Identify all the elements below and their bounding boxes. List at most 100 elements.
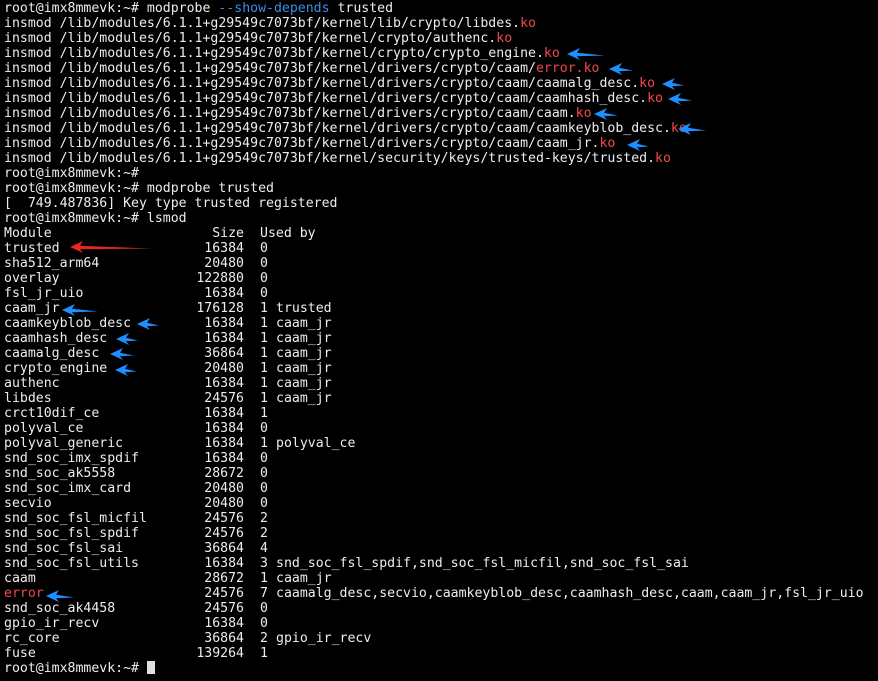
shell-prompt: root@imx8mmevk:~# <box>4 211 147 226</box>
module-size: 16384 <box>204 376 244 391</box>
command-line: root@imx8mmevk:~# modprobe trusted <box>4 181 864 196</box>
module-name: snd_soc_imx_card <box>4 481 132 496</box>
module-size: 122880 <box>196 271 244 286</box>
insmod-output: insmod /lib/modules/6.1.1+g29549c7073bf/… <box>4 16 864 166</box>
header-used-by: Used by <box>260 226 316 241</box>
module-used-by: trusted <box>276 301 332 316</box>
module-size: 36864 <box>204 541 244 556</box>
module-name: rc_core <box>4 631 60 646</box>
module-extension: error.ko <box>535 61 600 76</box>
command-line: root@imx8mmevk:~# <box>4 166 864 181</box>
module-size: 16384 <box>204 286 244 301</box>
module-name: fuse <box>4 646 36 661</box>
module-size: 16384 <box>204 316 244 331</box>
module-extension: ko <box>639 76 656 91</box>
module-used-by: polyval_ce <box>276 436 356 451</box>
lsmod-row: overlay 122880 0 <box>4 271 864 286</box>
module-use-count: 2 <box>260 526 268 541</box>
lsmod-row: snd_soc_fsl_micfil 24576 2 <box>4 511 864 526</box>
lsmod-row: crypto_engine 20480 1 caam_jr <box>4 361 864 376</box>
module-used-by: caam_jr <box>276 391 332 406</box>
module-name: caamhash_desc <box>4 331 108 346</box>
module-extension: ko <box>520 16 536 31</box>
module-name: polyval_ce <box>4 421 84 436</box>
module-size: 20480 <box>204 256 244 271</box>
lsmod-output: trusted 16384 0 sha512_arm64 20480 0 overlay 12… <box>4 241 864 661</box>
lsmod-row: caam 28672 1 caam_jr <box>4 571 864 586</box>
module-size: 16384 <box>204 451 244 466</box>
lsmod-header: Module Size Used by <box>4 226 864 241</box>
insmod-line: insmod /lib/modules/6.1.1+g29549c7073bf/… <box>4 91 864 106</box>
module-name: caamalg_desc <box>4 346 100 361</box>
insmod-line: insmod /lib/modules/6.1.1+g29549c7073bf/… <box>4 46 864 61</box>
terminal-window[interactable]: root@imx8mmevk:~# modprobe --show-depend… <box>4 1 864 676</box>
text-cursor <box>146 661 155 674</box>
lsmod-row: fsl_jr_uio 16384 0 <box>4 286 864 301</box>
module-use-count: 0 <box>260 421 268 436</box>
module-path: insmod /lib/modules/6.1.1+g29549c7073bf/… <box>4 91 648 106</box>
module-use-count: 1 <box>260 361 268 376</box>
kernel-message: [ 749.487836] Key type trusted registere… <box>4 196 338 211</box>
module-use-count: 1 <box>260 316 268 331</box>
module-path: insmod /lib/modules/6.1.1+g29549c7073bf/… <box>4 31 497 46</box>
module-path: insmod /lib/modules/6.1.1+g29549c7073bf/… <box>4 136 600 151</box>
module-name: sha512_arm64 <box>4 256 100 271</box>
module-path: insmod /lib/modules/6.1.1+g29549c7073bf/… <box>4 16 521 31</box>
module-name: error <box>4 586 44 601</box>
module-name: overlay <box>4 271 60 286</box>
module-size: 28672 <box>204 466 244 481</box>
module-used-by: snd_soc_fsl_spdif,snd_soc_fsl_micfil,snd… <box>276 556 689 571</box>
lsmod-row: snd_soc_fsl_spdif 24576 2 <box>4 526 864 541</box>
lsmod-row: caamhash_desc 16384 1 caam_jr <box>4 331 864 346</box>
module-size: 24576 <box>204 391 244 406</box>
module-use-count: 0 <box>260 271 268 286</box>
module-use-count: 2 <box>260 511 268 526</box>
insmod-line: insmod /lib/modules/6.1.1+g29549c7073bf/… <box>4 136 864 151</box>
lsmod-row: caam_jr 176128 1 trusted <box>4 301 864 316</box>
module-size: 36864 <box>204 346 244 361</box>
lsmod-row: sha512_arm64 20480 0 <box>4 256 864 271</box>
lsmod-row: snd_soc_fsl_sai 36864 4 <box>4 541 864 556</box>
module-name: libdes <box>4 391 52 406</box>
lsmod-row: crct10dif_ce 16384 1 <box>4 406 864 421</box>
insmod-line: insmod /lib/modules/6.1.1+g29549c7073bf/… <box>4 16 864 31</box>
module-use-count: 1 <box>260 391 268 406</box>
module-path: insmod /lib/modules/6.1.1+g29549c7073bf/… <box>4 61 536 76</box>
module-used-by: gpio_ir_recv <box>276 631 372 646</box>
module-use-count: 1 <box>260 346 268 361</box>
module-extension: ko <box>647 91 663 106</box>
module-name: snd_soc_fsl_spdif <box>4 526 139 541</box>
lsmod-row: caamalg_desc 36864 1 caam_jr <box>4 346 864 361</box>
module-name: authenc <box>4 376 60 391</box>
header-size: Size <box>212 226 244 241</box>
lsmod-row: polyval_ce 16384 0 <box>4 421 864 436</box>
module-name: crct10dif_ce <box>4 406 100 421</box>
module-path: insmod /lib/modules/6.1.1+g29549c7073bf/… <box>4 106 576 121</box>
module-name: snd_soc_fsl_sai <box>4 541 124 556</box>
module-name: caam <box>4 571 36 586</box>
module-extension: ko <box>496 31 513 46</box>
module-use-count: 0 <box>260 601 268 616</box>
command-line: root@imx8mmevk:~# lsmod <box>4 211 864 226</box>
module-size: 16384 <box>204 556 244 571</box>
lsmod-row: caamkeyblob_desc 16384 1 caam_jr <box>4 316 864 331</box>
module-name: caamkeyblob_desc <box>4 316 132 331</box>
module-use-count: 1 <box>260 646 268 661</box>
module-used-by: caam_jr <box>276 571 332 586</box>
lsmod-row: snd_soc_ak5558 28672 0 <box>4 466 864 481</box>
module-size: 176128 <box>196 301 244 316</box>
module-name: snd_soc_fsl_utils <box>4 556 139 571</box>
shell-prompt: root@imx8mmevk:~# <box>4 1 147 16</box>
insmod-line: insmod /lib/modules/6.1.1+g29549c7073bf/… <box>4 106 864 121</box>
module-extension: ko <box>655 151 671 166</box>
command-text: modprobe trusted <box>146 181 274 196</box>
module-use-count: 4 <box>260 541 268 556</box>
lsmod-row: snd_soc_ak4458 24576 0 <box>4 601 864 616</box>
command-line: root@imx8mmevk:~# <box>4 661 864 676</box>
module-path: insmod /lib/modules/6.1.1+g29549c7073bf/… <box>4 151 656 166</box>
shell-prompt: root@imx8mmevk:~# <box>4 166 147 181</box>
module-size: 36864 <box>204 631 244 646</box>
lsmod-row: snd_soc_imx_spdif 16384 0 <box>4 451 864 466</box>
module-extension: ko <box>543 46 560 61</box>
lsmod-row: authenc 16384 1 caam_jr <box>4 376 864 391</box>
